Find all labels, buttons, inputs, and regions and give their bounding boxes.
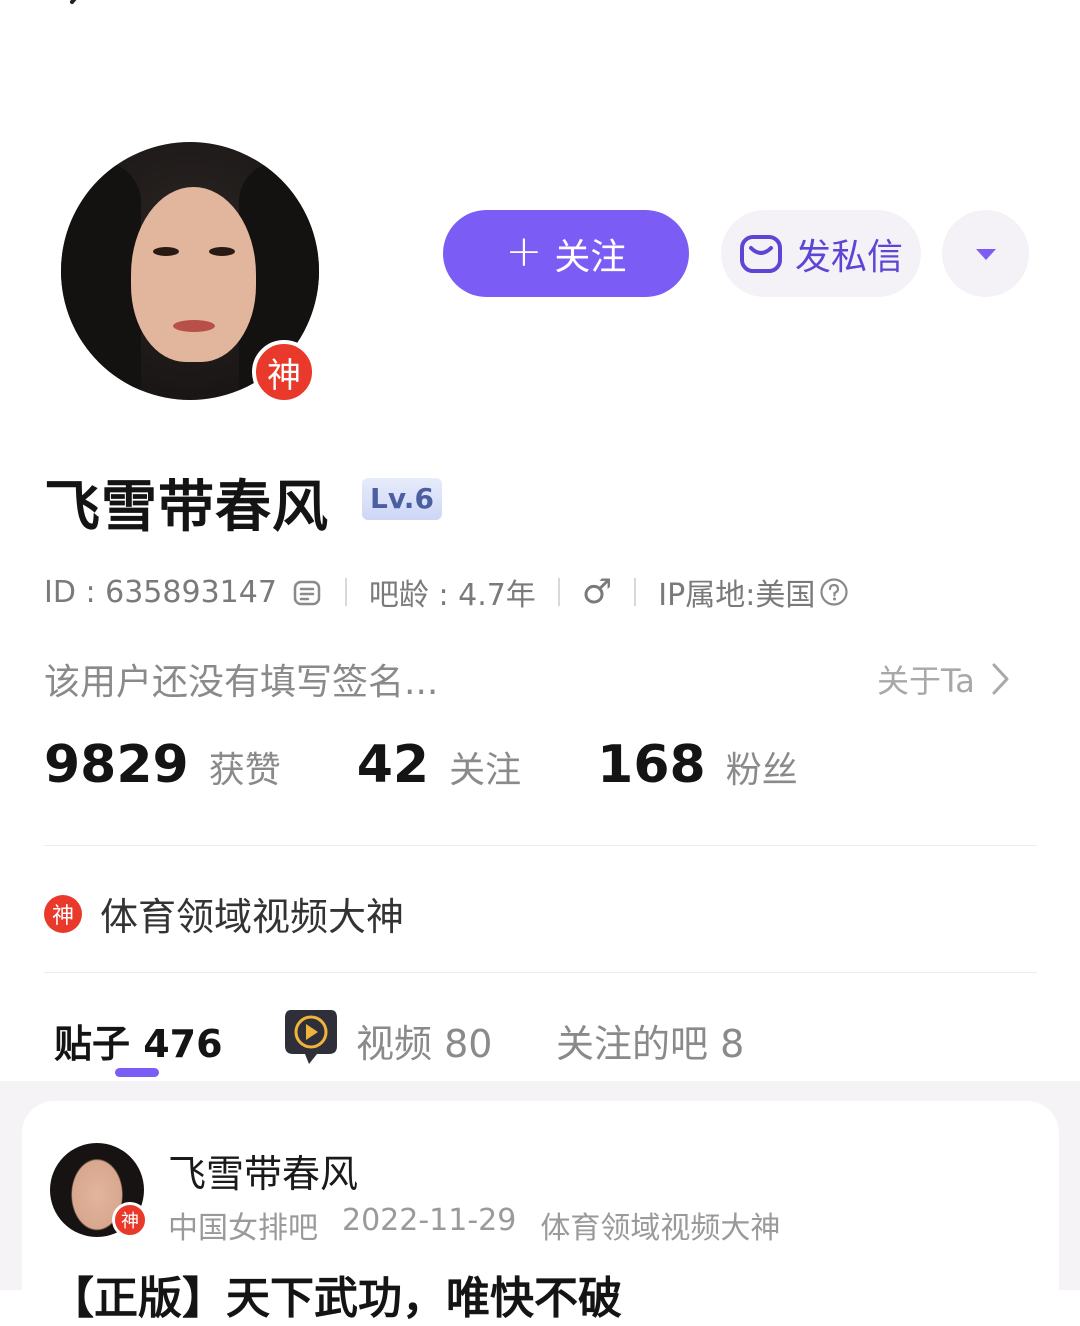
copy-icon[interactable] [291, 576, 323, 608]
message-label: 发私信 [794, 236, 903, 278]
post-author-badge: 神 [112, 1202, 148, 1238]
bio: 该用户还没有填写签名... [44, 662, 439, 703]
mail-icon [739, 234, 782, 273]
user-title: 体育领域视频大神 [100, 895, 405, 939]
more-options-button[interactable] [942, 210, 1029, 297]
separator [557, 578, 560, 606]
male-icon: ♂ [581, 572, 613, 612]
post-title[interactable]: 【正版】天下武功，唯快不破 [50, 1262, 622, 1326]
help-icon[interactable] [819, 577, 849, 607]
message-button[interactable]: 发私信 [721, 210, 921, 297]
tab-posts[interactable]: 贴子 476 [54, 1013, 223, 1068]
fans-label[interactable]: 粉丝 [726, 741, 798, 793]
stats-row: 9829 获赞 42 关注 168 粉丝 [44, 735, 798, 795]
tab-indicator [115, 1068, 159, 1077]
post-date: 2022-11-29 [342, 1203, 517, 1238]
post-forum[interactable]: 中国女排吧 [168, 1203, 318, 1247]
username: 飞雪带春风 [44, 475, 329, 540]
god-badge: 神 [252, 340, 316, 404]
user-id: ID : 635893147 [44, 574, 277, 610]
tab-followed-forums[interactable]: 关注的吧 8 [556, 1013, 744, 1068]
video-play-icon [285, 1010, 337, 1064]
plus-icon: + [505, 226, 543, 277]
following-count[interactable]: 42 [357, 735, 429, 795]
tab-videos[interactable]: 视频 80 [356, 1013, 492, 1068]
divider [44, 845, 1037, 846]
about-link[interactable]: 关于Ta [877, 656, 1011, 702]
about-label: 关于Ta [877, 662, 975, 700]
separator [344, 578, 347, 606]
level-badge: Lv.6 [362, 478, 442, 520]
god-badge-small: 神 [44, 894, 82, 933]
ip-location: IP属地:美国 [658, 578, 816, 613]
divider [44, 972, 1037, 973]
user-title-row[interactable]: 神 体育领域视频大神 [44, 886, 404, 941]
forum-age: 吧龄 : 4.7年 [368, 578, 536, 613]
post-author-title: 体育领域视频大神 [540, 1211, 781, 1246]
post-author-name[interactable]: 飞雪带春风 [168, 1143, 358, 1198]
likes-label[interactable]: 获赞 [209, 741, 281, 793]
following-label[interactable]: 关注 [449, 741, 521, 793]
caret-down-icon [975, 248, 996, 260]
follow-button[interactable]: + 关注 [443, 210, 689, 297]
chevron-right-icon [992, 663, 1009, 695]
follow-label: 关注 [554, 236, 627, 278]
info-row: ID : 635893147 吧龄 : 4.7年 ♂ IP属地:美国 [44, 570, 849, 614]
back-arrow-icon[interactable] [56, 0, 96, 22]
fans-count[interactable]: 168 [597, 735, 706, 795]
likes-count[interactable]: 9829 [44, 735, 189, 795]
separator [634, 578, 637, 606]
post-meta: 中国女排吧 2022-11-29 体育领域视频大神 [168, 1203, 780, 1247]
